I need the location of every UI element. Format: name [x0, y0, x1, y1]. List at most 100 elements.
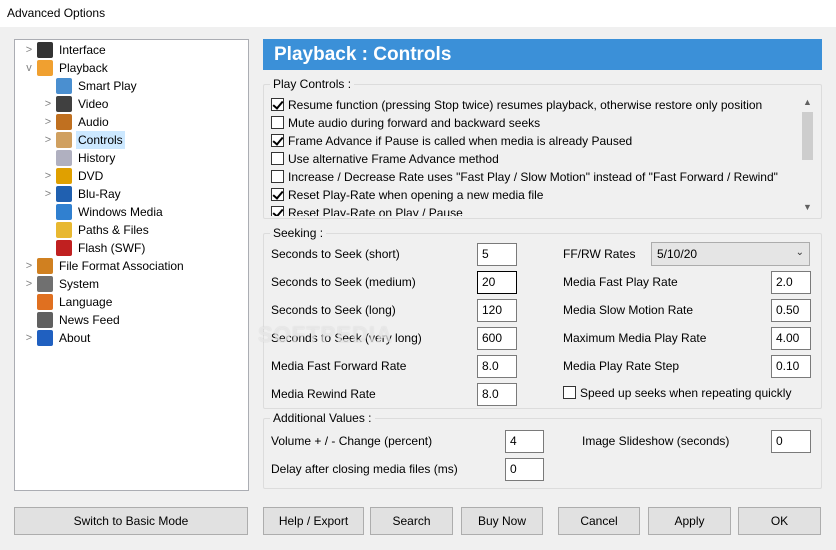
tree-item-label: Video: [78, 97, 109, 111]
options-tree[interactable]: > Interface v Playback Smart Play > Video > Audi…: [14, 39, 249, 491]
ffrw-rates-label: FF/RW Rates: [563, 247, 636, 261]
delay-closing-input[interactable]: 0: [505, 458, 544, 481]
tree-item-label: Paths & Files: [78, 223, 149, 237]
windows-media-icon: [56, 204, 72, 220]
play-control-checkbox[interactable]: Mute audio during forward and backward s…: [271, 114, 540, 132]
seek-field-input[interactable]: 120: [477, 299, 517, 322]
system-gear-icon: [37, 276, 53, 292]
seek-field-input[interactable]: 600: [477, 327, 517, 350]
audio-icon: [56, 114, 72, 130]
seek-field-label: Seconds to Seek (long): [271, 303, 396, 317]
checkbox-box[interactable]: [271, 98, 284, 111]
controls-icon: [56, 132, 72, 148]
play-control-checkbox[interactable]: Resume function (pressing Stop twice) re…: [271, 96, 762, 114]
tree-item-label: Flash (SWF): [78, 241, 146, 255]
tree-item-label: Audio: [78, 115, 109, 129]
seek-field-input[interactable]: 8.0: [477, 355, 517, 378]
tree-item-label: About: [59, 331, 91, 345]
image-slideshow-label: Image Slideshow (seconds): [582, 434, 730, 448]
collapse-chevron-icon[interactable]: v: [23, 59, 35, 77]
search-button[interactable]: Search: [370, 507, 453, 535]
rate-field-label: Maximum Media Play Rate: [563, 331, 707, 345]
seek-field-input[interactable]: 8.0: [477, 383, 517, 406]
ffrw-rates-value: 5/10/20: [657, 247, 698, 261]
scroll-down-icon[interactable]: ▼: [799, 199, 816, 216]
checkbox-label: Resume function (pressing Stop twice) re…: [288, 98, 763, 112]
expand-chevron-icon[interactable]: >: [42, 167, 54, 185]
switch-basic-mode-button[interactable]: Switch to Basic Mode: [14, 507, 248, 535]
expand-chevron-icon[interactable]: >: [42, 113, 54, 131]
seek-field-input[interactable]: 20: [477, 271, 517, 294]
scroll-thumb[interactable]: [802, 112, 813, 160]
tree-item-label: Blu-Ray: [78, 187, 121, 201]
video-icon: [56, 96, 72, 112]
checkbox-label: Frame Advance if Pause is called when me…: [288, 134, 633, 148]
tree-item-label: System: [59, 277, 100, 291]
folder-icon: [56, 222, 72, 238]
tree-item-label: Language: [59, 295, 113, 309]
rate-field-input[interactable]: 2.0: [771, 271, 811, 294]
seek-field-label: Seconds to Seek (very long): [271, 331, 422, 345]
tree-item-label: File Format Association: [59, 259, 184, 273]
tree-item-label: News Feed: [59, 313, 120, 327]
about-icon: [37, 330, 53, 346]
tree-item-label: DVD: [78, 169, 104, 183]
checkbox-label: Mute audio during forward and backward s…: [288, 116, 541, 130]
ffrw-rates-select[interactable]: 5/10/20 ⌄: [651, 242, 810, 266]
history-icon: [56, 150, 72, 166]
expand-chevron-icon[interactable]: >: [23, 41, 35, 59]
cancel-button[interactable]: Cancel: [558, 507, 640, 535]
checkbox-box[interactable]: [271, 152, 284, 165]
play-controls-scrollbar[interactable]: ▲ ▼: [799, 94, 816, 216]
expand-chevron-icon[interactable]: >: [23, 257, 35, 275]
play-control-checkbox[interactable]: Reset Play-Rate when opening a new media…: [271, 186, 543, 204]
help-export-button[interactable]: Help / Export: [263, 507, 364, 535]
rate-field-label: Media Play Rate Step: [563, 359, 680, 373]
checkbox-box[interactable]: [271, 116, 284, 129]
image-slideshow-input[interactable]: 0: [771, 430, 811, 453]
checkbox-box[interactable]: [271, 170, 284, 183]
tree-item-label: Playback: [59, 61, 108, 75]
rate-field-input[interactable]: 4.00: [771, 327, 811, 350]
play-control-checkbox[interactable]: Use alternative Frame Advance method: [271, 150, 499, 168]
volume-change-input[interactable]: 4: [505, 430, 544, 453]
expand-chevron-icon[interactable]: >: [42, 185, 54, 203]
title-bar: Advanced Options: [0, 0, 836, 28]
checkbox-box[interactable]: [271, 134, 284, 147]
additional-values-legend: Additional Values :: [273, 411, 372, 425]
buy-now-button[interactable]: Buy Now: [461, 507, 543, 535]
play-control-checkbox[interactable]: Reset Play-Rate on Play / Pause: [271, 204, 463, 216]
rate-field-input[interactable]: 0.50: [771, 299, 811, 322]
speed-up-seeks-checkbox[interactable]: Speed up seeks when repeating quickly: [563, 384, 791, 402]
file-format-icon: [37, 258, 53, 274]
flash-icon: [56, 240, 72, 256]
playback-icon: [37, 60, 53, 76]
expand-chevron-icon[interactable]: >: [42, 95, 54, 113]
interface-icon: [37, 42, 53, 58]
expand-chevron-icon[interactable]: >: [42, 131, 54, 149]
scroll-up-icon[interactable]: ▲: [799, 94, 816, 111]
apply-button[interactable]: Apply: [648, 507, 731, 535]
seeking-legend: Seeking :: [273, 226, 324, 240]
rate-field-input[interactable]: 0.10: [771, 355, 811, 378]
play-controls-legend: Play Controls :: [273, 77, 352, 91]
checkbox-box[interactable]: [271, 188, 284, 201]
rate-field-label: Media Slow Motion Rate: [563, 303, 694, 317]
smart-play-icon: [56, 78, 72, 94]
expand-chevron-icon[interactable]: >: [23, 329, 35, 347]
page-title: Playback : Controls: [263, 39, 822, 70]
speed-up-seeks-box[interactable]: [563, 386, 576, 399]
checkbox-box[interactable]: [271, 206, 284, 216]
checkbox-label: Reset Play-Rate on Play / Pause: [288, 206, 463, 216]
seek-field-input[interactable]: 5: [477, 243, 517, 266]
play-control-checkbox[interactable]: Increase / Decrease Rate uses "Fast Play…: [271, 168, 778, 186]
window-title: Advanced Options: [7, 6, 106, 20]
chevron-down-icon: ⌄: [795, 247, 804, 258]
ok-button[interactable]: OK: [738, 507, 821, 535]
tree-item-label: History: [78, 151, 116, 165]
play-control-checkbox[interactable]: Frame Advance if Pause is called when me…: [271, 132, 632, 150]
expand-chevron-icon[interactable]: >: [23, 275, 35, 293]
play-controls-list: Resume function (pressing Stop twice) re…: [267, 94, 816, 216]
blu-ray-icon: [56, 186, 72, 202]
delay-closing-label: Delay after closing media files (ms): [271, 462, 458, 476]
